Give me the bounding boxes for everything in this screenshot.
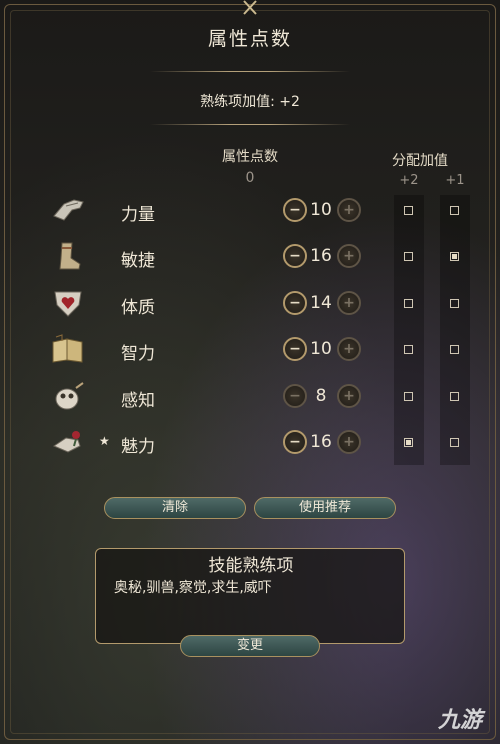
decrease-button[interactable]: − xyxy=(283,383,307,408)
increase-button[interactable]: + xyxy=(337,337,361,362)
skill-proficiency-list: 奥秘,驯兽,察觉,求生,威吓 xyxy=(114,580,272,596)
plus1-checkbox[interactable] xyxy=(450,438,459,447)
plus1-checkbox[interactable] xyxy=(450,391,459,401)
heart-shield-icon xyxy=(50,287,86,319)
divider-ornament xyxy=(150,66,350,78)
ability-score: 14 xyxy=(310,292,332,313)
owl-icon xyxy=(50,380,86,412)
plus1-checkbox[interactable] xyxy=(450,298,459,308)
ability-row: 敏捷 −16 + xyxy=(0,238,500,278)
page-title: 属性点数 xyxy=(207,28,292,50)
clear-button[interactable]: 清除 xyxy=(104,497,246,519)
watermark-logo: 九游 xyxy=(438,702,482,734)
ability-score: 10 xyxy=(310,339,332,360)
increase-button[interactable]: + xyxy=(337,430,361,454)
plus2-checkbox[interactable] xyxy=(404,391,413,401)
hand-rose-icon xyxy=(50,426,86,458)
ability-name: 力量 xyxy=(121,205,155,225)
plus2-column-header: +2 xyxy=(399,173,419,188)
ability-row: 感知 −8 + xyxy=(0,378,500,418)
change-button[interactable]: 变更 xyxy=(180,635,320,657)
decrease-button[interactable]: − xyxy=(283,244,307,269)
crossed-swords-icon xyxy=(235,0,265,16)
ability-name: 智力 xyxy=(121,344,155,365)
watermark-text: 九游 xyxy=(437,708,482,733)
plus2-checkbox[interactable] xyxy=(404,298,413,308)
ability-row: 体质 −14 + xyxy=(0,285,500,325)
ability-row: 智力 −10 + xyxy=(0,331,500,371)
boot-icon xyxy=(50,240,86,272)
ability-score: 16 xyxy=(310,246,332,267)
primary-ability-star-icon: ★ xyxy=(99,434,110,448)
ability-name: 感知 xyxy=(121,390,155,411)
ability-row: ★ 魅力 −16 + xyxy=(0,424,500,464)
ability-row: 力量 −10 + xyxy=(0,192,500,232)
increase-button[interactable]: + xyxy=(337,383,361,408)
decrease-button[interactable]: − xyxy=(283,198,307,222)
allocation-header: 分配加值 xyxy=(392,153,448,169)
book-icon xyxy=(50,333,86,365)
increase-button[interactable]: + xyxy=(337,198,361,222)
ability-name: 体质 xyxy=(121,297,155,318)
ability-score: 10 xyxy=(310,200,332,220)
use-recommended-button[interactable]: 使用推荐 xyxy=(254,497,396,519)
increase-button[interactable]: + xyxy=(337,290,361,315)
proficiency-bonus: 熟练项加值: +2 xyxy=(200,94,300,110)
gauntlet-icon xyxy=(50,194,86,226)
increase-button[interactable]: + xyxy=(337,244,361,269)
ability-score: 16 xyxy=(310,432,332,452)
ability-name: 敏捷 xyxy=(121,251,155,272)
decrease-button[interactable]: − xyxy=(283,290,307,315)
plus1-column-header: +1 xyxy=(445,173,465,188)
skill-proficiency-panel: 技能熟练项 奥秘,驯兽,察觉,求生,威吓 xyxy=(95,548,405,644)
points-remaining: 0 xyxy=(245,170,255,186)
decrease-button[interactable]: − xyxy=(283,337,307,362)
plus2-checkbox[interactable] xyxy=(404,345,413,355)
plus2-checkbox[interactable] xyxy=(404,206,413,215)
plus1-checkbox[interactable] xyxy=(450,252,459,262)
ability-name: 魅力 xyxy=(121,437,155,457)
points-header: 属性点数 xyxy=(222,149,278,165)
ability-score: 8 xyxy=(315,385,327,406)
divider-ornament xyxy=(150,119,350,131)
plus2-checkbox[interactable] xyxy=(404,252,413,262)
decrease-button[interactable]: − xyxy=(283,430,307,454)
plus1-checkbox[interactable] xyxy=(450,345,459,355)
skill-proficiency-title: 技能熟练项 xyxy=(208,556,294,576)
plus2-checkbox[interactable] xyxy=(404,438,413,447)
plus1-checkbox[interactable] xyxy=(450,206,459,215)
